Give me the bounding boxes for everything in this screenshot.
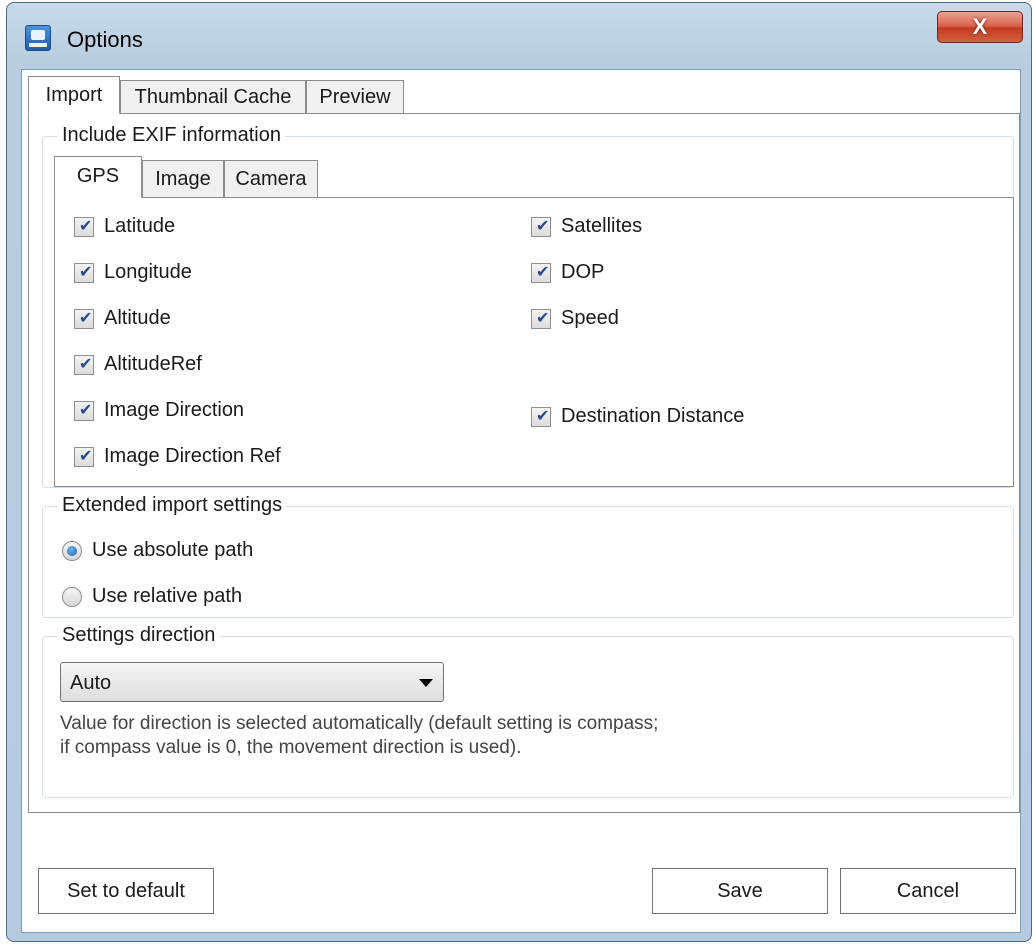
check-icon: ✔ bbox=[79, 217, 93, 235]
dialog-client-area: Import Thumbnail Cache Preview Include E… bbox=[21, 69, 1021, 933]
tab-image[interactable]: Image bbox=[142, 160, 224, 198]
chevron-down-icon bbox=[419, 679, 433, 687]
settings-direction-label: Settings direction bbox=[58, 624, 220, 647]
cancel-button[interactable]: Cancel bbox=[840, 868, 1016, 914]
checkbox-label: Latitude bbox=[104, 215, 176, 237]
altitude-checkbox[interactable]: ✔ Altitude bbox=[74, 307, 171, 330]
satellites-checkbox[interactable]: ✔ Satellites bbox=[531, 215, 642, 238]
checkbox-label: Destination Distance bbox=[561, 405, 745, 427]
direction-select[interactable]: Auto bbox=[60, 662, 444, 702]
set-to-default-button[interactable]: Set to default bbox=[38, 868, 214, 914]
latitude-checkbox[interactable]: ✔ Latitude bbox=[74, 215, 175, 238]
title-bar[interactable]: Options X bbox=[7, 3, 1031, 69]
check-icon: ✔ bbox=[536, 407, 550, 425]
checkbox-label: Image Direction bbox=[104, 399, 245, 421]
checkbox-label: AltitudeRef bbox=[104, 353, 202, 375]
radio-label: Use absolute path bbox=[92, 539, 254, 561]
checkbox-label: Image Direction Ref bbox=[104, 445, 281, 467]
tab-camera[interactable]: Camera bbox=[224, 160, 318, 198]
check-icon: ✔ bbox=[79, 263, 93, 281]
checkbox-label: Satellites bbox=[561, 215, 643, 237]
checkbox-label: Longitude bbox=[104, 261, 192, 283]
app-icon bbox=[25, 25, 51, 51]
tab-thumbnail-cache[interactable]: Thumbnail Cache bbox=[120, 80, 306, 114]
check-icon: ✔ bbox=[79, 355, 93, 373]
absolute-path-radio[interactable]: Use absolute path bbox=[62, 539, 253, 562]
check-icon: ✔ bbox=[79, 309, 93, 327]
tab-gps[interactable]: GPS bbox=[54, 156, 142, 198]
save-button[interactable]: Save bbox=[652, 868, 828, 914]
check-icon: ✔ bbox=[79, 401, 93, 419]
check-icon: ✔ bbox=[536, 309, 550, 327]
relative-path-radio[interactable]: Use relative path bbox=[62, 585, 242, 608]
speed-checkbox[interactable]: ✔ Speed bbox=[531, 307, 619, 330]
checkbox-label: DOP bbox=[561, 261, 605, 283]
options-dialog: Options X Import Thumbnail Cache Preview… bbox=[6, 2, 1032, 942]
dop-checkbox[interactable]: ✔ DOP bbox=[531, 261, 604, 284]
image-direction-ref-checkbox[interactable]: ✔ Image Direction Ref bbox=[74, 445, 281, 468]
radio-label: Use relative path bbox=[92, 585, 243, 607]
direction-description: Value for direction is selected automati… bbox=[60, 712, 658, 760]
exif-group-label: Include EXIF information bbox=[58, 124, 285, 147]
description-line: if compass value is 0, the movement dire… bbox=[60, 737, 522, 758]
check-icon: ✔ bbox=[79, 447, 93, 465]
checkbox-label: Speed bbox=[561, 307, 619, 329]
altituderef-checkbox[interactable]: ✔ AltitudeRef bbox=[74, 353, 202, 376]
check-icon: ✔ bbox=[536, 263, 550, 281]
longitude-checkbox[interactable]: ✔ Longitude bbox=[74, 261, 192, 284]
description-line: Value for direction is selected automati… bbox=[60, 713, 659, 734]
check-icon: ✔ bbox=[536, 217, 550, 235]
image-direction-checkbox[interactable]: ✔ Image Direction bbox=[74, 399, 244, 422]
gps-tab-panel bbox=[54, 197, 1014, 487]
direction-select-value: Auto bbox=[70, 672, 112, 694]
close-button[interactable]: X bbox=[937, 11, 1023, 43]
destination-distance-checkbox[interactable]: ✔ Destination Distance bbox=[531, 405, 744, 428]
checkbox-label: Altitude bbox=[104, 307, 171, 329]
window-title: Options bbox=[67, 27, 143, 52]
extended-import-label: Extended import settings bbox=[58, 494, 287, 517]
tab-import[interactable]: Import bbox=[28, 76, 120, 114]
tab-preview[interactable]: Preview bbox=[306, 80, 404, 114]
